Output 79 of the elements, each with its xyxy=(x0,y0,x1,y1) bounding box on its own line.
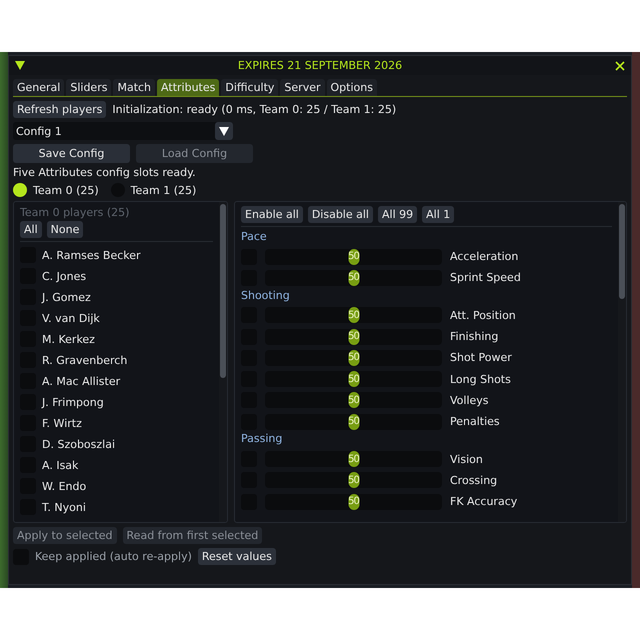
attribute-action-button[interactable]: Enable all xyxy=(241,206,303,223)
config-button[interactable]: Save Config xyxy=(13,144,130,163)
attribute-action-button[interactable]: Disable all xyxy=(308,206,373,223)
caret-icon[interactable] xyxy=(219,126,229,136)
player-name: A. Ramses Becker xyxy=(42,248,141,262)
player-name: M. Kerkez xyxy=(42,332,95,346)
attribute-name: Vision xyxy=(450,452,483,466)
attribute-action-button[interactable]: All 1 xyxy=(422,206,454,223)
window-title: EXPIRES 21 SEPTEMBER 2026 xyxy=(238,59,402,72)
keep-applied-label: Keep applied (auto re-apply) xyxy=(35,550,192,563)
player-name: A. Mac Allister xyxy=(42,374,120,388)
config-message: Five Attributes config slots ready. xyxy=(13,166,197,179)
attribute-slider[interactable]: 50 xyxy=(265,451,442,468)
player-name: D. Szoboszlai xyxy=(42,438,116,451)
tab[interactable]: Match xyxy=(113,79,156,96)
player-name: R. Gravenberch xyxy=(42,354,128,367)
team-label: Team 0 (25) xyxy=(33,184,99,196)
scrollbar[interactable] xyxy=(219,202,227,522)
slider-thumb[interactable]: 50 xyxy=(348,371,359,388)
slider-thumb[interactable]: 50 xyxy=(348,494,359,510)
slider-thumb[interactable]: 50 xyxy=(348,350,359,366)
attribute-slider[interactable]: 50 xyxy=(265,350,442,366)
player-name: A. Isak xyxy=(42,458,78,472)
attribute-name: Long Shots xyxy=(450,372,511,386)
team-label: Team 1 (25) xyxy=(130,184,196,196)
attribute-name: FK Accuracy xyxy=(450,495,518,508)
config-dropdown[interactable]: Config 1 xyxy=(13,122,233,140)
player-name: C. Jones xyxy=(42,270,86,283)
attribute-name: Crossing xyxy=(450,474,498,487)
attribute-name: Volleys xyxy=(450,394,489,407)
player-name: J. Gomez xyxy=(42,290,91,304)
attribute-slider[interactable]: 50 xyxy=(265,307,442,324)
select-button[interactable]: All xyxy=(20,221,42,238)
attribute-name: Penalties xyxy=(450,415,500,428)
slider-thumb[interactable]: 50 xyxy=(348,270,359,286)
attribute-name: Shot Power xyxy=(450,351,512,364)
tab[interactable]: Server xyxy=(280,79,324,96)
attribute-name: Att. Position xyxy=(450,308,516,322)
attribute-slider[interactable]: 50 xyxy=(265,414,442,430)
tab[interactable]: Attributes xyxy=(157,79,220,96)
player-name: F. Wirtz xyxy=(42,416,82,430)
tab[interactable]: Difficulty xyxy=(221,79,278,96)
slider-thumb[interactable]: 50 xyxy=(348,472,359,488)
reset-button[interactable]: Reset values xyxy=(198,548,276,565)
slider-thumb[interactable]: 50 xyxy=(348,248,359,265)
slider-thumb[interactable]: 50 xyxy=(348,451,359,468)
players-heading: Team 0 players (25) xyxy=(20,206,130,219)
slider-thumb[interactable]: 50 xyxy=(348,328,359,345)
select-button[interactable]: None xyxy=(46,221,84,238)
init-status: Initialization: ready (0 ms, Team 0: 25 / Team 1: 25) xyxy=(112,103,396,116)
attribute-name: Acceleration xyxy=(450,250,518,264)
scrollbar[interactable] xyxy=(618,202,626,522)
group-heading: Passing xyxy=(241,432,284,448)
attribute-slider[interactable]: 50 xyxy=(265,494,442,510)
attribute-name: Finishing xyxy=(450,330,498,344)
attribute-slider[interactable]: 50 xyxy=(265,392,442,408)
slider-thumb[interactable]: 50 xyxy=(348,392,359,408)
attribute-slider[interactable]: 50 xyxy=(265,248,442,265)
player-name: V. van Dijk xyxy=(42,312,100,325)
attribute-name: Sprint Speed xyxy=(450,271,521,284)
attribute-slider[interactable]: 50 xyxy=(265,371,442,388)
group-heading: Pace xyxy=(241,230,268,245)
slider-thumb[interactable]: 50 xyxy=(348,414,359,430)
close-icon[interactable] xyxy=(614,60,625,70)
attribute-action-button[interactable]: All 99 xyxy=(378,206,418,223)
tab[interactable]: General xyxy=(13,79,64,96)
team-radio[interactable] xyxy=(13,183,27,197)
tab[interactable]: Sliders xyxy=(66,79,112,96)
player-name: W. Endo xyxy=(42,480,86,493)
refresh-button[interactable]: Refresh players xyxy=(13,101,106,118)
player-name: J. Frimpong xyxy=(42,396,104,409)
attribute-slider[interactable]: 50 xyxy=(265,270,442,286)
attribute-slider[interactable]: 50 xyxy=(265,472,442,488)
player-name: T. Nyoni xyxy=(42,500,86,514)
collapse-triangle-icon[interactable] xyxy=(15,61,25,70)
tab[interactable]: Options xyxy=(326,79,377,96)
attribute-slider[interactable]: 50 xyxy=(265,328,442,345)
group-heading: Shooting xyxy=(241,288,291,304)
slider-thumb[interactable]: 50 xyxy=(348,307,359,324)
